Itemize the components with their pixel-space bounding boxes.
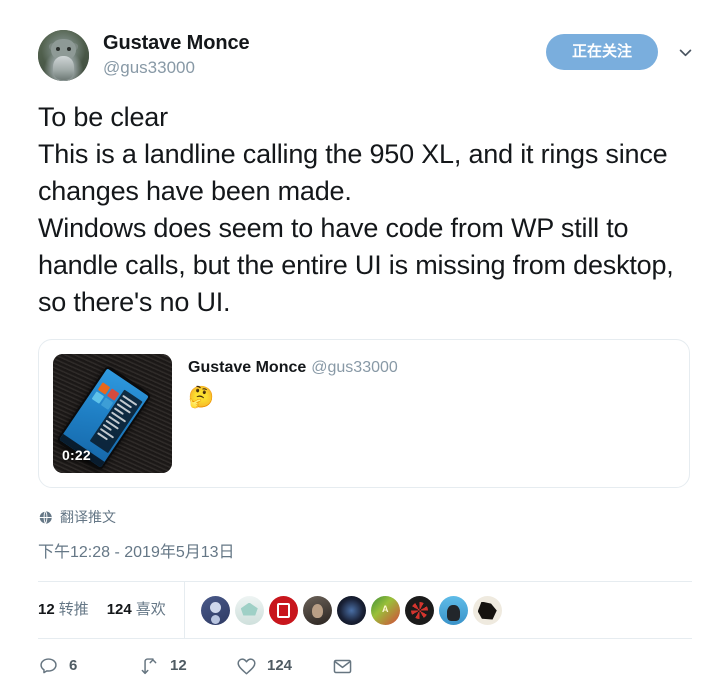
author-name-block: Gustave Monce @gus33000: [103, 30, 250, 79]
translate-label: 翻译推文: [60, 509, 116, 525]
quoted-author-name[interactable]: Gustave Monce: [188, 359, 306, 376]
chevron-down-icon: [679, 49, 691, 56]
tweet-header: Gustave Monce @gus33000 正在关注: [0, 0, 728, 81]
quoted-video-thumbnail[interactable]: 0:22: [53, 354, 172, 473]
reply-button[interactable]: 6: [38, 656, 138, 677]
author-display-name[interactable]: Gustave Monce: [103, 31, 250, 56]
envelope-icon: [333, 659, 352, 673]
liker-avatar[interactable]: [302, 595, 332, 625]
liker-avatar[interactable]: [336, 595, 366, 625]
likes-count: 124: [106, 601, 132, 618]
likes-label: 喜欢: [135, 601, 166, 618]
header-actions: 正在关注: [545, 30, 698, 70]
quoted-tweet-body: Gustave Monce @gus33000 🤔: [188, 354, 398, 411]
following-button[interactable]: 正在关注: [545, 34, 658, 70]
liker-avatar[interactable]: [404, 595, 434, 625]
tweet-timestamp: 下午12:28 - 2019年5月13日: [38, 544, 235, 561]
share-via-message-button[interactable]: [332, 656, 353, 677]
liker-avatar[interactable]: [472, 595, 502, 625]
liker-avatar[interactable]: [268, 595, 298, 625]
stat-group: 12 转推 124 喜欢: [38, 582, 184, 638]
globe-icon: [38, 510, 52, 524]
retweets-stat[interactable]: 12 转推: [38, 600, 89, 620]
liker-avatar[interactable]: [200, 595, 230, 625]
owl-avatar-icon: [38, 30, 89, 81]
video-duration-label: 0:22: [62, 447, 91, 463]
reply-count: 6: [69, 657, 78, 674]
tweet-detail: Gustave Monce @gus33000 正在关注 To be clear…: [0, 0, 728, 695]
retweets-label: 转推: [58, 601, 89, 618]
more-options-button[interactable]: [672, 39, 698, 65]
retweet-button[interactable]: 12: [138, 656, 236, 677]
liker-avatar[interactable]: [370, 595, 400, 625]
reply-icon: [40, 657, 57, 673]
liker-avatar[interactable]: [438, 595, 468, 625]
owl-eyes-icon: [56, 47, 71, 52]
tweet-body-text: To be clear This is a landline calling t…: [38, 102, 674, 317]
quoted-tweet-text: 🤔: [188, 386, 215, 409]
like-button[interactable]: 124: [236, 656, 332, 677]
like-count: 124: [267, 657, 293, 674]
liker-avatar[interactable]: [234, 595, 264, 625]
retweet-count: 12: [170, 657, 187, 674]
retweets-count: 12: [38, 601, 55, 618]
tweet-action-bar: 6 12 124: [38, 639, 692, 693]
heart-icon: [237, 657, 256, 675]
tweet-stats-row: 12 转推 124 喜欢: [38, 582, 692, 638]
quoted-tweet-card[interactable]: 0:22 Gustave Monce @gus33000 🤔: [38, 339, 690, 488]
translate-tweet-link[interactable]: 翻译推文: [0, 488, 728, 526]
retweet-icon: [141, 657, 157, 674]
likes-stat[interactable]: 124 喜欢: [107, 600, 166, 620]
avatar[interactable]: [38, 30, 89, 81]
quoted-author-line: Gustave Monce @gus33000: [188, 358, 398, 378]
author-handle[interactable]: @gus33000: [103, 57, 250, 79]
quoted-author-handle[interactable]: @gus33000: [311, 359, 398, 376]
liker-avatars: [185, 595, 502, 625]
